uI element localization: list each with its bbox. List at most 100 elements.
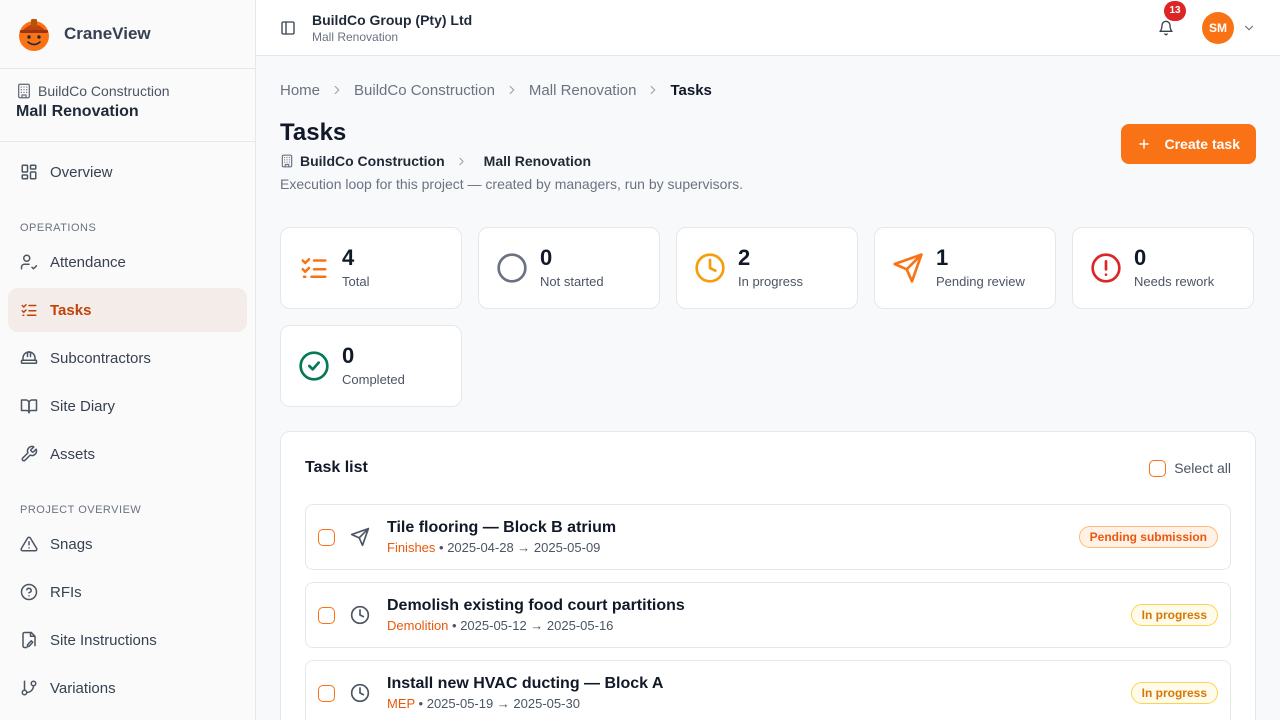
- task-dates: • 2025-05-12 → 2025-05-16: [448, 618, 614, 633]
- task-dates: • 2025-04-28 → 2025-05-09: [435, 540, 601, 555]
- project-name: Mall Renovation: [16, 103, 139, 120]
- task-trade: Finishes: [387, 540, 436, 555]
- context-project[interactable]: Mall Renovation: [484, 153, 591, 169]
- section-operations: OPERATIONS: [20, 222, 97, 234]
- context-org[interactable]: BuildCo Construction: [300, 153, 445, 169]
- stat-value: 0: [540, 245, 553, 270]
- project-switcher[interactable]: BuildCo Construction Mall Renovation: [0, 69, 255, 142]
- topbar: BuildCo Group (Pty) Ltd Mall Renovation …: [256, 0, 1280, 56]
- layout-dashboard-icon: [21, 164, 37, 180]
- user-check-icon: [20, 254, 38, 270]
- notification-count-badge: 13: [1164, 0, 1186, 21]
- create-task-button[interactable]: Create task: [1120, 124, 1256, 164]
- sidebar-toggle-button[interactable]: [278, 18, 298, 38]
- page-header: Tasks BuildCo Construction Mall Renovati…: [280, 119, 1256, 201]
- project-context: BuildCo Construction Mall Renovation: [280, 153, 1256, 169]
- task-stats: 4 Total 0 Not started 2 In progress 1 Pendin…: [280, 227, 1256, 407]
- sidebar-item-site-instructions[interactable]: Site Instructions: [8, 618, 247, 662]
- task-checkbox[interactable]: [318, 528, 335, 546]
- sidebar-item-subcontractors[interactable]: Subcontractors: [8, 336, 247, 380]
- task-list-title: Task list: [305, 459, 368, 476]
- clock-icon: [695, 253, 725, 283]
- send-icon: [893, 253, 923, 283]
- sidebar-item-variations[interactable]: Variations: [8, 666, 247, 710]
- brand-name: CraneView: [64, 24, 151, 43]
- breadcrumb-org[interactable]: BuildCo Construction: [354, 82, 495, 99]
- user-avatar[interactable]: SM: [1202, 11, 1234, 44]
- chevron-down-icon: [1244, 25, 1254, 30]
- task-checkbox[interactable]: [318, 684, 335, 702]
- sidebar-item-site-diary[interactable]: Site Diary: [8, 384, 247, 428]
- sidebar-item-overview[interactable]: Overview: [8, 150, 247, 194]
- task-dates: • 2025-05-19 → 2025-05-30: [414, 696, 580, 711]
- clock-icon: [350, 605, 370, 625]
- sidebar-item-label: Variations: [50, 679, 116, 697]
- status-badge: In progress: [1130, 604, 1218, 626]
- stat-total[interactable]: 4 Total: [280, 227, 462, 309]
- stat-label: Pending review: [936, 274, 1025, 289]
- chevron-right-icon: [458, 157, 464, 165]
- task-title: Demolish existing food court partitions: [387, 597, 685, 614]
- sidebar-item-snags[interactable]: Snags: [8, 522, 247, 566]
- sidebar-item-assets[interactable]: Assets: [8, 432, 247, 476]
- sidebar-item-label: Snags: [50, 535, 93, 553]
- book-open-icon: [20, 399, 38, 414]
- sidebar-item-rfis[interactable]: RFIs: [8, 570, 247, 614]
- sidebar-item-label: Site Diary: [50, 397, 116, 415]
- chevron-right-icon: [651, 85, 656, 95]
- sidebar: CraneView BuildCo Construction Mall Reno…: [0, 0, 256, 720]
- building-icon: [281, 154, 293, 168]
- section-project-overview: PROJECT OVERVIEW: [20, 504, 142, 516]
- chevron-right-icon: [334, 85, 340, 95]
- panel-left-icon: [281, 20, 295, 35]
- crane-view-logo-icon: [19, 19, 49, 51]
- select-all-checkbox[interactable]: Select all: [1149, 459, 1231, 477]
- stat-not-started[interactable]: 0 Not started: [478, 227, 660, 309]
- circle-icon: [497, 253, 527, 283]
- sidebar-nav: Overview OPERATIONS Attendance Tasks Sub…: [0, 142, 255, 710]
- task-row[interactable]: Demolish existing food court partitions …: [305, 582, 1231, 648]
- task-trade: MEP: [387, 696, 415, 711]
- company-name: BuildCo Group (Pty) Ltd: [312, 11, 473, 28]
- hard-hat-icon: [20, 351, 38, 364]
- stat-in-progress[interactable]: 2 In progress: [676, 227, 858, 309]
- stat-needs-rework[interactable]: 0 Needs rework: [1072, 227, 1254, 309]
- sidebar-item-label: RFIs: [50, 583, 82, 601]
- status-badge: In progress: [1130, 682, 1218, 704]
- company-project: Mall Renovation: [312, 29, 399, 44]
- stat-value: 0: [1134, 245, 1147, 270]
- breadcrumb-home[interactable]: Home: [280, 82, 320, 99]
- send-icon: [350, 527, 370, 547]
- stat-pending-review[interactable]: 1 Pending review: [874, 227, 1056, 309]
- org-name: BuildCo Construction: [38, 83, 170, 99]
- list-checks-icon: [301, 258, 327, 278]
- stat-label: Needs rework: [1134, 274, 1215, 289]
- sidebar-item-label: Subcontractors: [50, 349, 151, 367]
- main-content: Home BuildCo Construction Mall Renovatio…: [280, 56, 1256, 720]
- page-title: Tasks: [280, 119, 347, 146]
- sidebar-item-label: Overview: [50, 163, 113, 181]
- file-signature-icon: [22, 631, 36, 649]
- task-checkbox[interactable]: [318, 606, 335, 624]
- sidebar-item-tasks[interactable]: Tasks: [8, 288, 247, 332]
- sidebar-item-attendance[interactable]: Attendance: [8, 240, 247, 284]
- breadcrumb-project[interactable]: Mall Renovation: [529, 82, 637, 99]
- breadcrumb-current: Tasks: [670, 81, 712, 99]
- task-title: Tile flooring — Block B atrium: [387, 519, 617, 536]
- task-row[interactable]: Install new HVAC ducting — Block A MEP •…: [305, 660, 1231, 720]
- brand[interactable]: CraneView: [0, 0, 255, 69]
- sidebar-item-label: Site Instructions: [50, 631, 157, 649]
- task-trade: Demolition: [387, 618, 449, 633]
- notifications-button[interactable]: 13: [1154, 0, 1186, 40]
- company-info: BuildCo Group (Pty) Ltd Mall Renovation: [312, 12, 472, 44]
- chevron-right-icon: [509, 85, 515, 95]
- stat-value: 0: [342, 343, 355, 368]
- task-row[interactable]: Tile flooring — Block B atrium Finishes …: [305, 504, 1231, 570]
- stat-label: Total: [342, 274, 370, 289]
- user-menu-toggle[interactable]: [1242, 21, 1256, 35]
- stat-value: 4: [342, 245, 355, 270]
- stat-label: Not started: [540, 274, 604, 289]
- status-badge: Pending submission: [1078, 526, 1218, 548]
- checkbox[interactable]: [1149, 459, 1167, 477]
- stat-completed[interactable]: 0 Completed: [280, 325, 462, 407]
